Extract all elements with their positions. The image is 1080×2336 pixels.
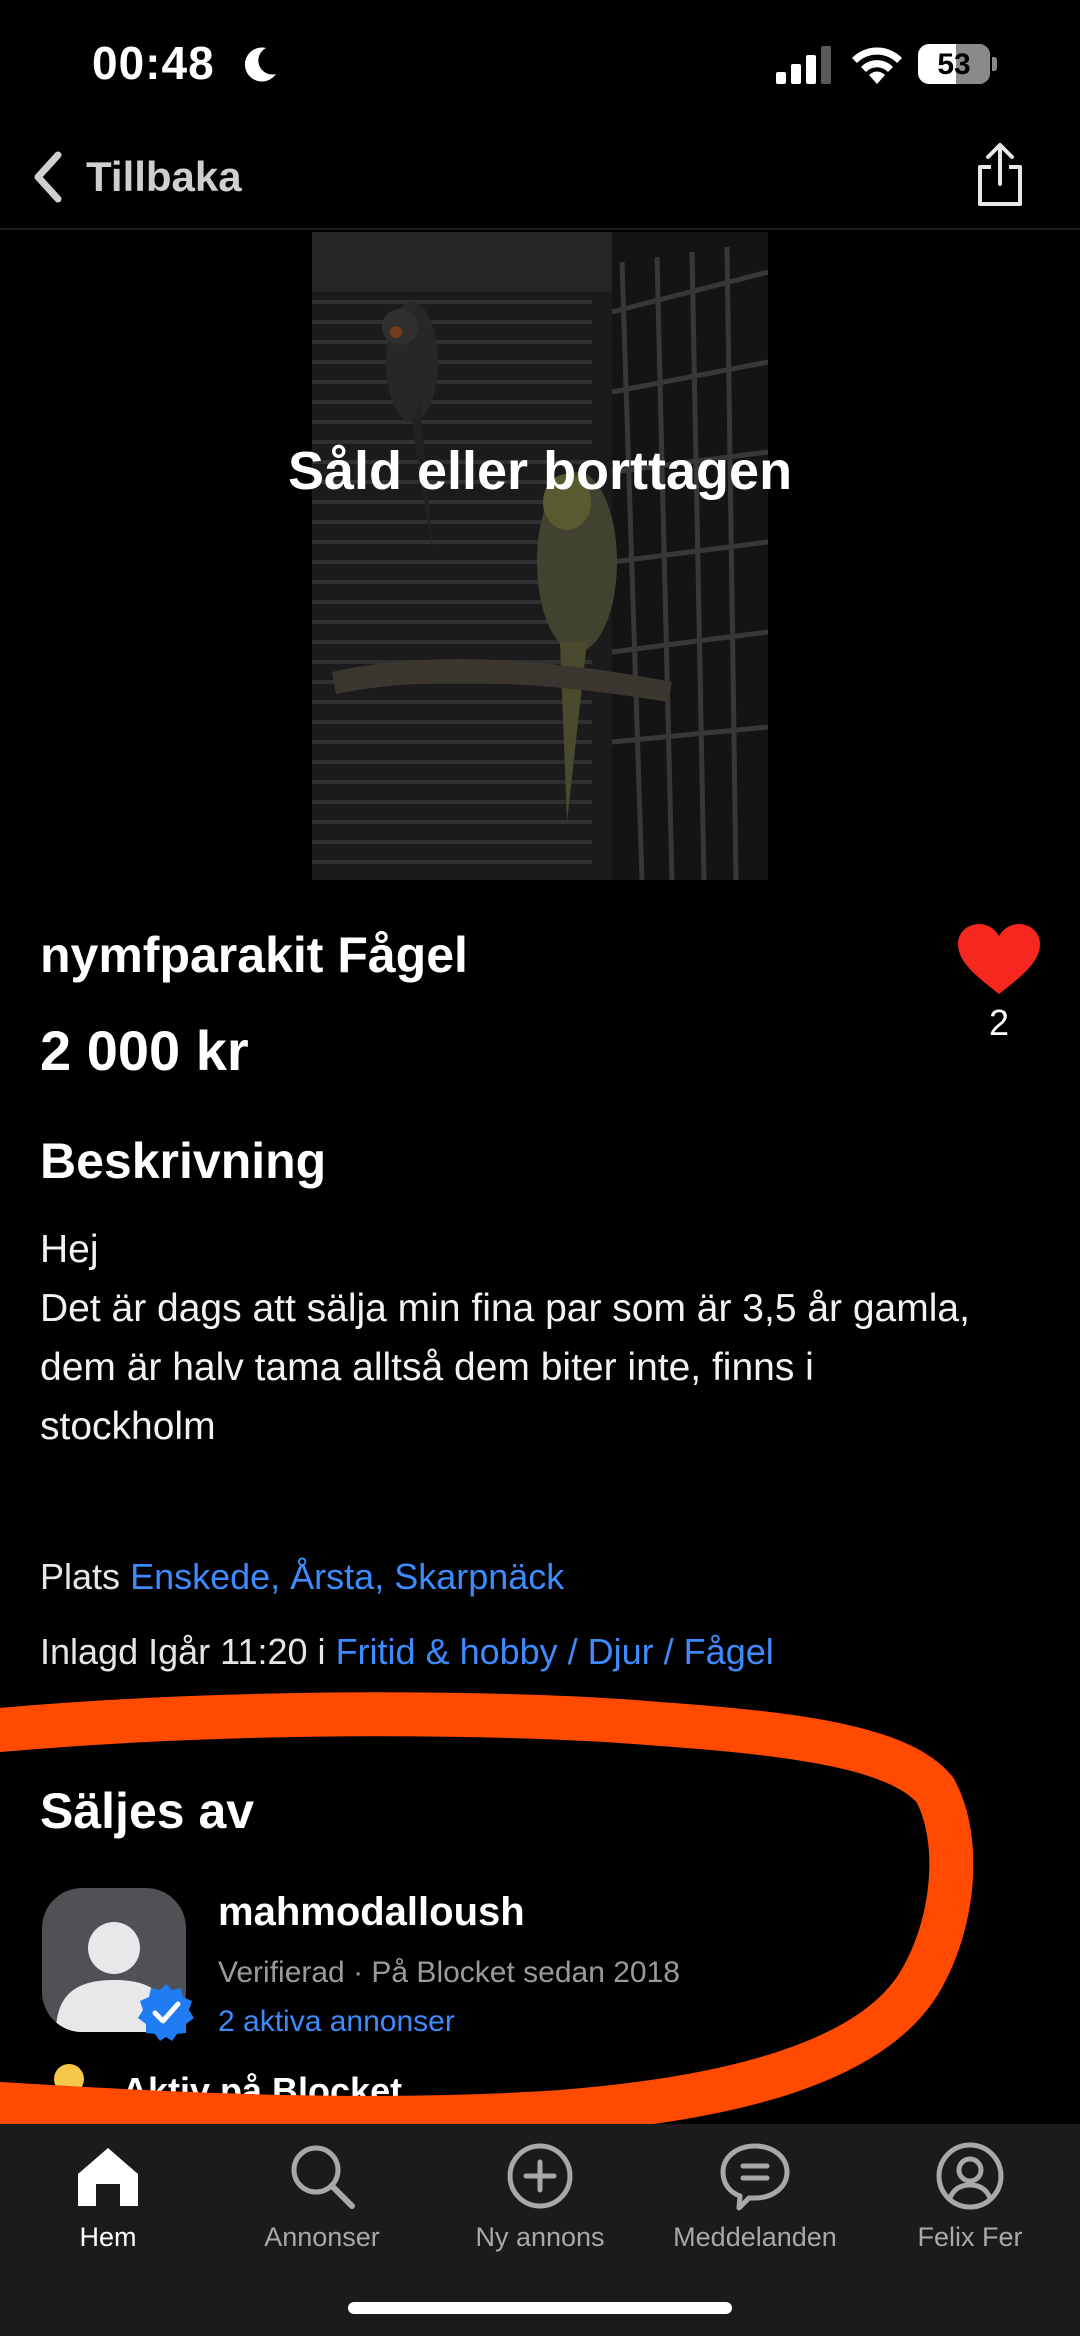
description-line: stockholm [40, 1405, 216, 1448]
tab-ny-annons[interactable]: Ny annons [440, 2138, 640, 2253]
active-status-dot [54, 2064, 84, 2094]
profile-icon [936, 2142, 1004, 2210]
home-indicator [348, 2302, 732, 2314]
back-label: Tillbaka [86, 153, 242, 200]
chat-icon [720, 2143, 790, 2211]
home-icon [78, 2148, 138, 2206]
wifi-icon [852, 47, 902, 84]
battery-level: 53 [937, 48, 971, 81]
seller-active-ads-link[interactable]: 2 aktiva annonser [218, 2005, 455, 2039]
listing-page: 00:48 53 Tillbaka Såld eller borttagen n… [0, 0, 1080, 2336]
tab-label: Hem [79, 2222, 137, 2252]
battery-indicator: 53 [918, 44, 998, 84]
description-line: Det är dags att sälja min fina par som ä… [40, 1287, 970, 1330]
bird-cage-photo [312, 232, 768, 880]
category-breadcrumb-link[interactable]: Fritid & hobby / Djur / Fågel [336, 1631, 774, 1672]
tab-label: Annonser [264, 2222, 380, 2252]
active-status-label: Aktiv på Blocket [122, 2070, 403, 2111]
battery-cap [992, 57, 997, 71]
share-icon[interactable] [970, 140, 1030, 210]
listing-price: 2 000 kr [40, 1019, 249, 1082]
chevron-left-icon [34, 151, 62, 203]
seller-verification-info: Verifierad · På Blocket sedan 2018 [218, 1956, 680, 1989]
seller-name[interactable]: mahmodalloush [218, 1890, 525, 1935]
tab-meddelanden[interactable]: Meddelanden [655, 2138, 855, 2253]
tab-label: Meddelanden [673, 2222, 837, 2252]
location-label: Plats [40, 1556, 121, 1597]
tab-home[interactable]: Hem [8, 2138, 208, 2253]
posted-row: Inlagd Igår 11:20 i Fritid & hobby / Dju… [40, 1631, 774, 1673]
plus-circle-icon [507, 2143, 573, 2209]
status-time: 00:48 [92, 37, 215, 89]
listing-title: nymfparakit Fågel [40, 927, 468, 983]
tab-label: Ny annons [475, 2222, 605, 2252]
navigation-bar: Tillbaka [0, 130, 1080, 230]
status-bar: 00:48 53 [0, 0, 1080, 130]
description-line: dem är halv tama alltså dem biter inte, … [40, 1346, 814, 1389]
heart-icon [958, 924, 1040, 994]
posted-label: Inlagd Igår 11:20 i [40, 1631, 326, 1672]
tab-profile[interactable]: Felix Fer [870, 2138, 1070, 2253]
description-text: Hej Det är dags att sälja min fina par s… [40, 1220, 1040, 1456]
back-button[interactable]: Tillbaka [28, 142, 242, 212]
tab-annonser[interactable]: Annonser [222, 2138, 422, 2253]
search-icon [291, 2145, 355, 2209]
listing-photo[interactable] [312, 232, 768, 880]
location-row: Plats Enskede, Årsta, Skarpnäck [40, 1556, 564, 1598]
description-heading: Beskrivning [40, 1133, 327, 1189]
favorite-count: 2 [988, 1002, 1010, 1043]
seller-heading: Säljes av [40, 1783, 255, 1839]
tab-label: Felix Fer [917, 2222, 1023, 2252]
verified-badge-icon [138, 1984, 194, 2041]
sold-or-removed-overlay: Såld eller borttagen [287, 441, 793, 501]
location-link[interactable]: Enskede, Årsta, Skarpnäck [130, 1556, 564, 1597]
moon-icon [244, 47, 276, 82]
favorite-button[interactable]: 2 [954, 922, 1044, 1044]
description-line: Hej [40, 1228, 99, 1271]
cellular-signal-icon [776, 46, 831, 84]
